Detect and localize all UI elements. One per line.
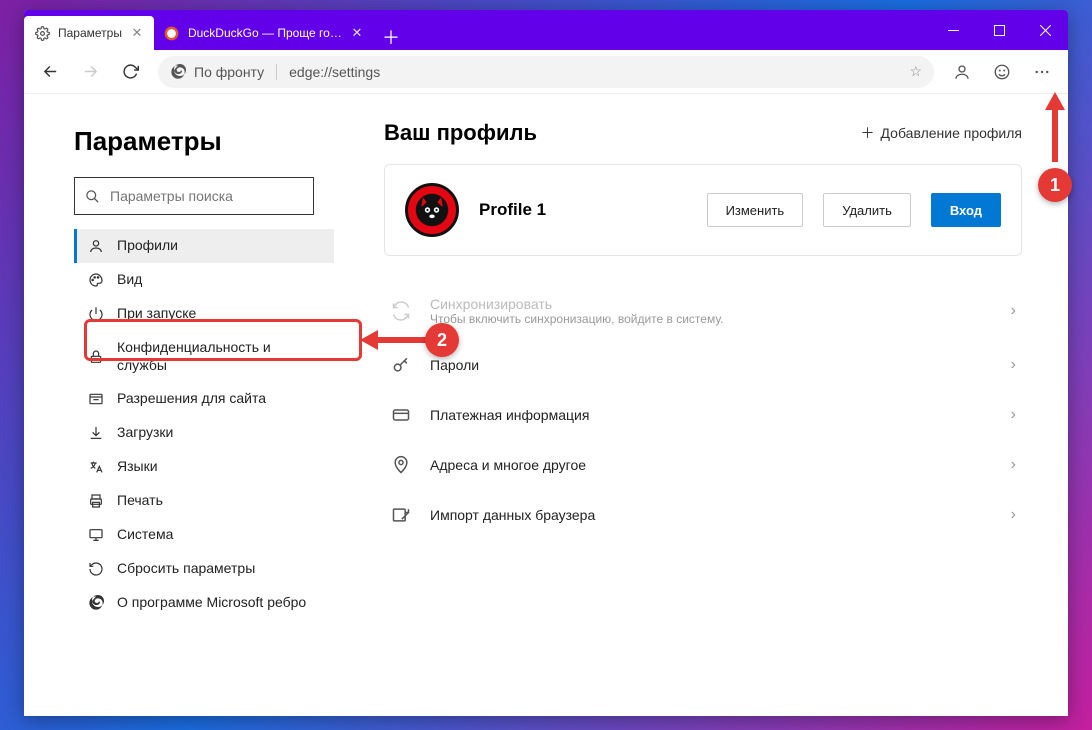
titlebar: Параметры ✕ DuckDuckGo — Проще говоря ✕ … <box>24 10 1068 50</box>
annotation-marker-1: 1 <box>1038 168 1072 202</box>
login-button[interactable]: Вход <box>931 193 1001 227</box>
nav-languages[interactable]: Языки <box>74 450 334 484</box>
monitor-icon <box>87 526 105 544</box>
forward-button[interactable] <box>72 54 108 90</box>
person-icon <box>87 237 105 255</box>
plus-icon: ＋ <box>861 123 875 143</box>
chevron-right-icon: › <box>1011 356 1016 374</box>
edge-icon <box>87 594 105 612</box>
chevron-right-icon: › <box>1011 406 1016 424</box>
profile-name: Profile 1 <box>479 200 687 220</box>
toolbar: По фронту edge://settings ☆ <box>24 50 1068 94</box>
row-passwords[interactable]: Пароли › <box>384 340 1022 390</box>
power-icon <box>87 305 105 323</box>
row-addresses[interactable]: Адреса и многое другое › <box>384 440 1022 490</box>
chevron-right-icon: › <box>1011 456 1016 474</box>
avatar <box>405 183 459 237</box>
permissions-icon <box>87 390 105 408</box>
main-heading: Ваш профиль <box>384 120 537 146</box>
edge-icon <box>170 64 186 80</box>
browser-window: Параметры ✕ DuckDuckGo — Проще говоря ✕ … <box>24 10 1068 716</box>
row-sync: Синхронизировать Чтобы включить синхрони… <box>384 282 1022 340</box>
download-icon <box>87 424 105 442</box>
row-import[interactable]: Импорт данных браузера › <box>384 490 1022 540</box>
nav-appearance[interactable]: Вид <box>74 263 334 297</box>
lock-icon <box>87 348 105 366</box>
tab-label: DuckDuckGo — Проще говоря <box>188 26 342 40</box>
chevron-right-icon: › <box>1011 506 1016 524</box>
annotation-arrow-1 <box>1040 92 1070 170</box>
nav-profiles[interactable]: Профили <box>74 229 334 263</box>
annotation-marker-2: 2 <box>425 323 459 357</box>
address-bar[interactable]: По фронту edge://settings ☆ <box>158 56 934 88</box>
content: Параметры Профили Вид При запуске <box>24 94 1068 716</box>
profile-icon[interactable] <box>944 54 980 90</box>
favorite-icon[interactable]: ☆ <box>909 63 922 80</box>
addr-url: edge://settings <box>289 64 380 80</box>
tab-label: Параметры <box>58 26 122 40</box>
nav-reset[interactable]: Сбросить параметры <box>74 552 334 586</box>
close-window-button[interactable] <box>1022 10 1068 50</box>
palette-icon <box>87 271 105 289</box>
duckduckgo-icon <box>164 25 180 41</box>
row-payments[interactable]: Платежная информация › <box>384 390 1022 440</box>
printer-icon <box>87 492 105 510</box>
main-header: Ваш профиль ＋ Добавление профиля <box>384 120 1022 146</box>
tab-strip: Параметры ✕ DuckDuckGo — Проще говоря ✕ … <box>24 10 408 50</box>
back-button[interactable] <box>32 54 68 90</box>
search-input[interactable] <box>110 188 303 204</box>
nav-startup[interactable]: При запуске <box>74 297 334 331</box>
nav-downloads[interactable]: Загрузки <box>74 416 334 450</box>
search-icon <box>85 189 100 204</box>
feedback-icon[interactable] <box>984 54 1020 90</box>
sidebar-title: Параметры <box>74 126 360 157</box>
reset-icon <box>87 560 105 578</box>
new-tab-button[interactable]: ＋ <box>374 24 408 50</box>
nav-system[interactable]: Система <box>74 518 334 552</box>
minimize-button[interactable] <box>930 10 976 50</box>
nav-privacy[interactable]: Конфиденциальность и службы <box>74 331 334 382</box>
nav-list: Профили Вид При запуске Конфиденциальнос… <box>74 229 334 620</box>
nav-site-permissions[interactable]: Разрешения для сайта <box>74 382 334 416</box>
chevron-right-icon: › <box>1011 302 1016 320</box>
import-icon <box>390 504 412 526</box>
gear-icon <box>34 25 50 41</box>
close-icon[interactable]: ✕ <box>130 26 144 40</box>
addr-prefix: По фронту <box>194 64 264 80</box>
card-icon <box>390 404 412 426</box>
maximize-button[interactable] <box>976 10 1022 50</box>
tab-settings[interactable]: Параметры ✕ <box>24 16 154 50</box>
nav-about[interactable]: О программе Microsoft ребро <box>74 586 334 620</box>
delete-button[interactable]: Удалить <box>823 193 911 227</box>
add-profile-button[interactable]: ＋ Добавление профиля <box>861 123 1022 143</box>
nav-print[interactable]: Печать <box>74 484 334 518</box>
pin-icon <box>390 454 412 476</box>
separator <box>276 64 277 80</box>
main-panel: Ваш профиль ＋ Добавление профиля Profile… <box>384 94 1068 716</box>
refresh-button[interactable] <box>112 54 148 90</box>
search-box[interactable] <box>74 177 314 215</box>
sync-icon <box>390 300 412 322</box>
menu-button[interactable] <box>1024 54 1060 90</box>
close-icon[interactable]: ✕ <box>350 26 364 40</box>
profile-card: Profile 1 Изменить Удалить Вход <box>384 164 1022 256</box>
edit-button[interactable]: Изменить <box>707 193 804 227</box>
window-controls <box>930 10 1068 50</box>
sidebar: Параметры Профили Вид При запуске <box>24 94 384 716</box>
tab-duckduckgo[interactable]: DuckDuckGo — Проще говоря ✕ <box>154 16 374 50</box>
language-icon <box>87 458 105 476</box>
